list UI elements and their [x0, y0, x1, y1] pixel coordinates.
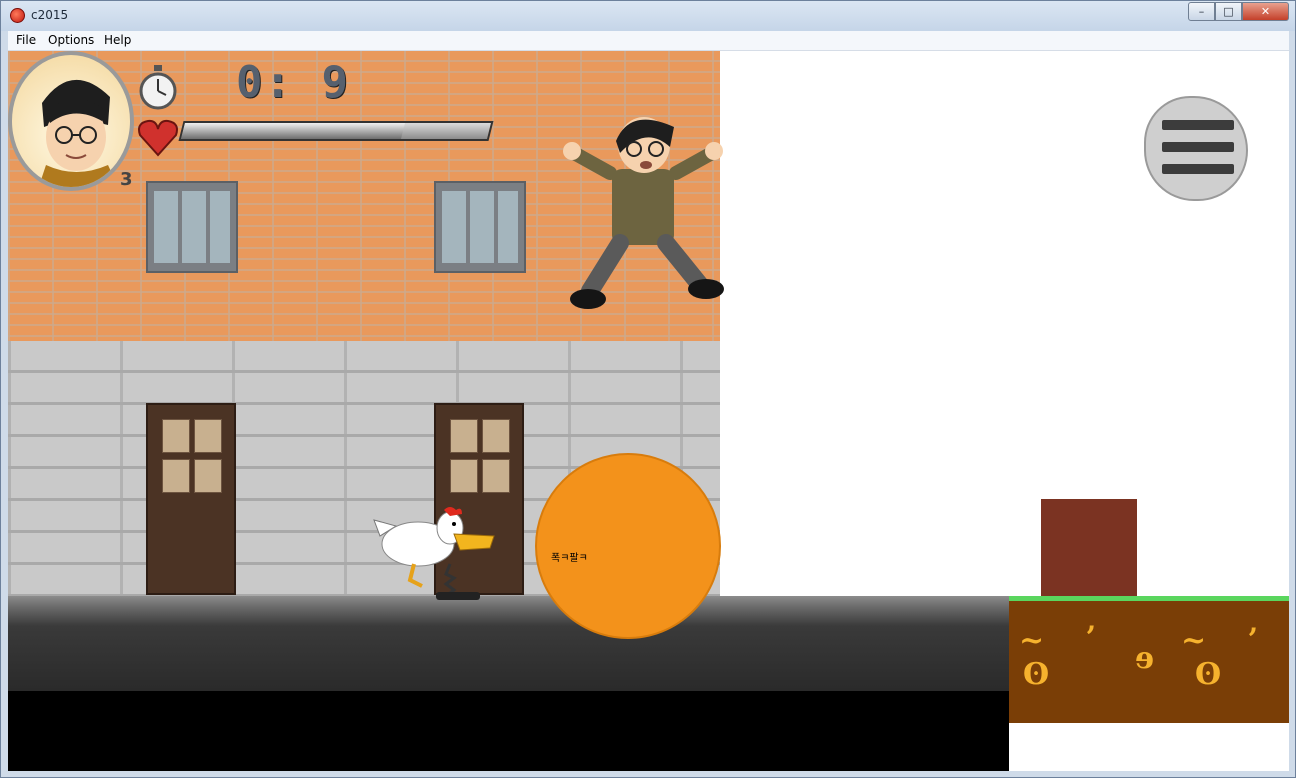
- menu-file[interactable]: File: [16, 33, 36, 47]
- building-window: [434, 181, 526, 273]
- app-icon[interactable]: [10, 8, 25, 23]
- brown-crate: [1041, 499, 1137, 596]
- pause-icon: [1162, 120, 1234, 130]
- building-window: [146, 181, 238, 273]
- lives-count: 3: [120, 169, 133, 190]
- clock-icon: [139, 65, 177, 110]
- player-character[interactable]: [560, 113, 736, 319]
- maximize-button[interactable]: □: [1215, 2, 1242, 21]
- orange-ball[interactable]: [535, 453, 721, 639]
- heart-icon: [138, 119, 178, 157]
- menu-bar: File Options Help: [8, 31, 1289, 51]
- health-bar-fill: [181, 123, 406, 139]
- building-door: [146, 403, 236, 595]
- player-portrait: [8, 51, 134, 191]
- pause-button[interactable]: [1144, 96, 1248, 201]
- title-bar[interactable]: c2015 – □ ✕: [1, 1, 1295, 31]
- menu-help[interactable]: Help: [104, 33, 131, 47]
- chicken-enemy[interactable]: [370, 506, 498, 601]
- ball-label: 폭ㅋ팔ㅋ: [551, 553, 588, 564]
- menu-options[interactable]: Options: [48, 33, 94, 47]
- game-canvas[interactable]: 0: 9 3 폭ㅋ팔ㅋ ~ ʼ ʘ ɘ ~ ʼ ʘ: [8, 51, 1289, 771]
- minimize-button[interactable]: –: [1188, 2, 1215, 21]
- grass-platform: ~ ʼ ʘ ɘ ~ ʼ ʘ: [1009, 596, 1289, 723]
- street-ground: [8, 596, 1009, 691]
- black-void: [8, 691, 1009, 771]
- window-title: c2015: [31, 8, 69, 22]
- timer-display: 0: 9: [236, 57, 350, 108]
- health-bar: [178, 121, 494, 141]
- game-window: c2015 – □ ✕ File Options Help 0: 9 3 폭ㅋ팔…: [0, 0, 1296, 778]
- close-button[interactable]: ✕: [1242, 2, 1289, 21]
